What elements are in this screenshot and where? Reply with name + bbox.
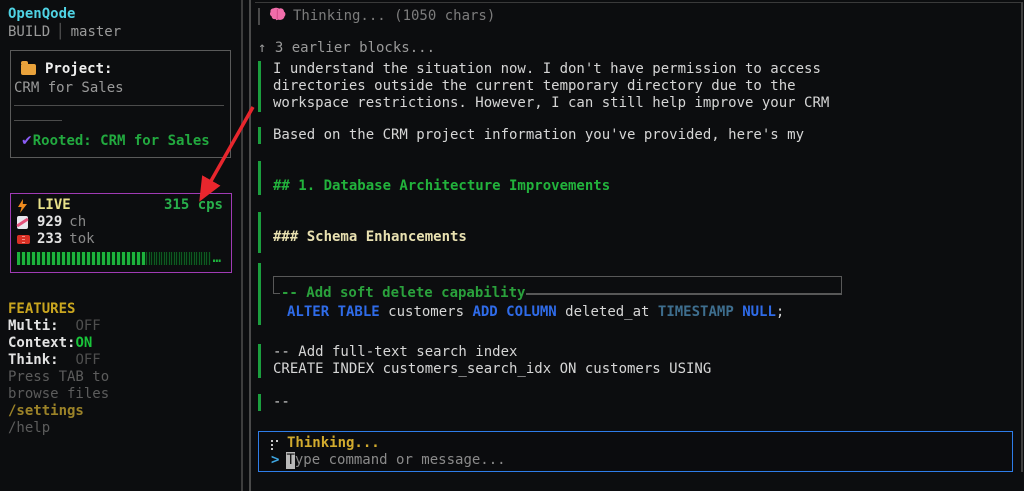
progress-bar-remainder [146, 252, 211, 265]
command-input-box[interactable]: Thinking... > Type command or message... [258, 431, 1013, 472]
project-name: CRM for Sales [14, 80, 224, 97]
tokens-row: 233 tok [17, 231, 223, 248]
prompt-icon: > [271, 452, 279, 469]
chars-unit: ch [69, 214, 86, 231]
project-divider [14, 105, 224, 106]
tokens-unit: tok [69, 231, 94, 248]
branch-label: master [71, 24, 122, 40]
ticket-icon [17, 235, 37, 244]
blank-line [273, 212, 1016, 229]
rooted-status: ✔Rooted: CRM for Sales [21, 133, 224, 150]
features-title: FEATURES [8, 301, 109, 318]
build-label: BUILD [8, 24, 50, 40]
tab-hint-line1: Press TAB to [8, 369, 109, 386]
rooted-text: Rooted: CRM for Sales [33, 133, 210, 149]
toggle-think: Think: OFF [8, 352, 109, 369]
live-rate-row: LIVE 315 cps [17, 197, 223, 214]
chars-value: 929 [37, 214, 62, 231]
folder-icon [21, 64, 36, 75]
code-box-title-line [526, 293, 842, 295]
heading-schema-enhancements: ### Schema Enhancements [273, 229, 1016, 246]
assistant-message: Based on the CRM project information you… [258, 127, 1016, 144]
sql-create-index-line: CREATE INDEX customers_search_idx ON cus… [273, 361, 1016, 378]
chars-row: 929 ch [17, 214, 223, 231]
progress-bar-ellipsis: … [213, 252, 221, 265]
blank-line [273, 161, 1016, 178]
command-help[interactable]: /help [8, 420, 109, 437]
prompt-row[interactable]: > Type command or message... [271, 452, 1012, 469]
heading-database-architecture: ## 1. Database Architecture Improvements [273, 178, 1016, 195]
dashes-block: -- [258, 394, 1016, 411]
project-header-row: Project: [21, 61, 224, 78]
toggle-context-value: ON [75, 335, 92, 351]
check-icon: ✔ [21, 133, 33, 149]
progress-bar: … [17, 252, 221, 265]
sql-statement: ALTER TABLE customers ADD COLUMN deleted… [287, 304, 1016, 321]
markdown-subheading-block: ### Schema Enhancements [258, 212, 1016, 253]
sql-code-block: -- Add soft delete capability ALTER TABL… [258, 263, 1016, 325]
brain-icon [269, 7, 286, 26]
message-line: Based on the CRM project information you… [273, 127, 1016, 144]
features-panel: FEATURES Multi: OFF Context:ON Think: OF… [8, 301, 109, 437]
code-box-title-row: -- Add soft delete capability [280, 285, 842, 302]
input-status-row: Thinking... [271, 435, 1012, 452]
toggle-context: Context:ON [8, 335, 109, 352]
build-branch-row: BUILD│master [8, 24, 121, 41]
sql-text-block: -- Add full-text search index CREATE IND… [258, 344, 1016, 378]
text-cursor: T [286, 452, 294, 469]
message-line: workspace restrictions. However, I can s… [273, 95, 1016, 112]
openqode-terminal: { "colors": { "accent_cyan": "#4fd2e3", … [0, 0, 1024, 491]
dashes-line: -- [273, 394, 1016, 411]
sql-comment-line: -- Add full-text search index [273, 344, 1016, 361]
project-short-divider [14, 120, 62, 121]
live-stats-panel: LIVE 315 cps 929 ch 233 tok … [10, 193, 232, 273]
assistant-message: I understand the situation now. I don't … [258, 61, 1016, 112]
live-rate-value: 315 cps [164, 197, 223, 214]
live-label: LIVE [37, 197, 71, 214]
tab-hint-line2: browse files [8, 386, 109, 403]
message-line: directories outside the current temporar… [273, 78, 1016, 95]
earlier-blocks-indicator[interactable]: ↑ 3 earlier blocks... [258, 40, 1016, 57]
toggle-multi-value: OFF [75, 318, 100, 334]
toggle-think-value: OFF [75, 352, 100, 368]
command-settings[interactable]: /settings [8, 403, 109, 420]
thinking-header: Thinking... (1050 chars) [258, 8, 1016, 25]
project-label: Project: [45, 61, 112, 78]
message-line: I understand the situation now. I don't … [273, 61, 1016, 78]
memo-icon [17, 216, 37, 229]
separator: │ [50, 24, 70, 40]
tokens-value: 233 [37, 231, 62, 248]
markdown-heading-block: ## 1. Database Architecture Improvements [258, 161, 1016, 195]
thinking-header-text: Thinking... (1050 chars) [293, 8, 495, 25]
sql-comment-title: -- Add soft delete capability [280, 285, 526, 302]
chat-pane: Thinking... (1050 chars) ↑ 3 earlier blo… [255, 0, 1024, 491]
code-box-frame: -- Add soft delete capability [273, 276, 842, 294]
progress-bar-fill [17, 252, 146, 265]
sidebar: OpenQode BUILD│master Project: CRM for S… [0, 0, 240, 491]
toggle-multi: Multi: OFF [8, 318, 109, 335]
lightning-icon [17, 199, 37, 213]
project-panel: Project: CRM for Sales ✔Rooted: CRM for … [10, 50, 231, 158]
input-status-text: Thinking... [287, 435, 380, 452]
panel-divider [241, 0, 251, 491]
app-title: OpenQode [8, 6, 75, 23]
spinner-icon [271, 438, 279, 450]
input-placeholder: ype command or message... [295, 452, 506, 469]
